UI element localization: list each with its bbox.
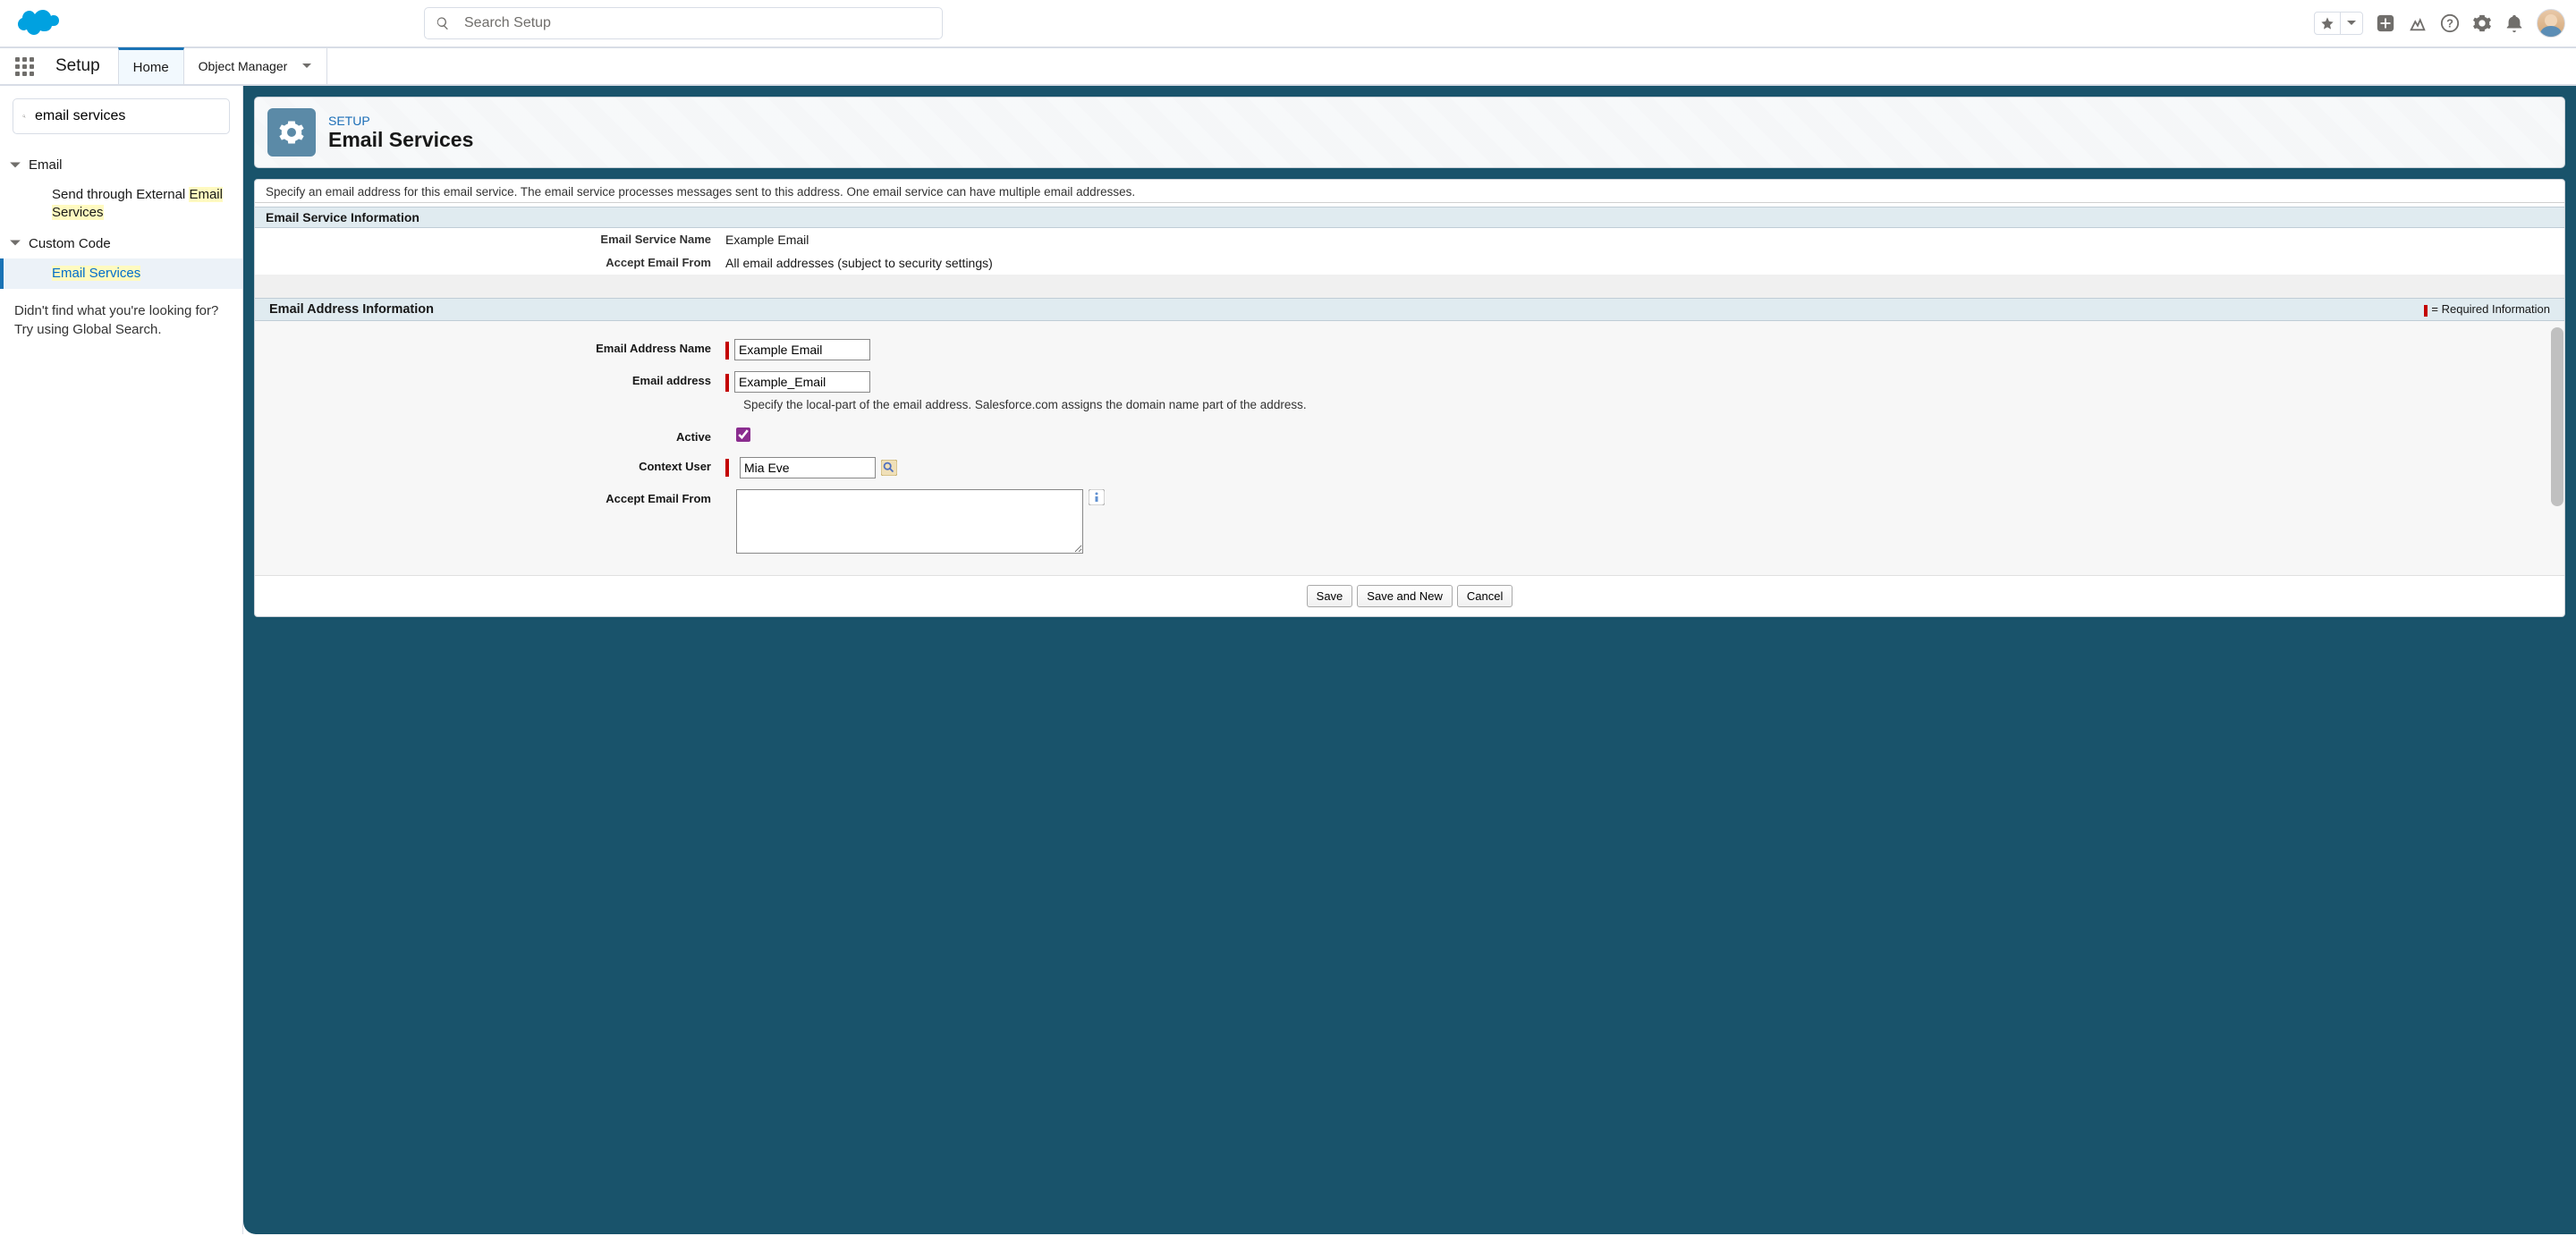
add-icon[interactable] [2376, 13, 2395, 33]
save-button[interactable]: Save [1307, 585, 1353, 607]
page-header: SETUP Email Services [254, 97, 2565, 168]
setup-sidebar: Email Send through External Email Servic… [0, 86, 243, 1234]
setup-gear-icon [267, 108, 316, 157]
trailhead-icon[interactable] [2408, 13, 2428, 33]
chevron-down-icon [2346, 18, 2357, 29]
app-launcher-button[interactable] [0, 48, 48, 84]
favorites-control[interactable] [2314, 12, 2363, 35]
tree-item-send-external[interactable]: Send through External Email Services [0, 180, 242, 229]
input-context-user[interactable] [740, 457, 876, 478]
global-header: ? [0, 0, 2576, 48]
help-email-address: Specify the local-part of the email addr… [743, 398, 1307, 411]
cancel-button[interactable]: Cancel [1457, 585, 1513, 607]
button-row: Save Save and New Cancel [255, 575, 2564, 616]
tree-custom-code-label: Custom Code [29, 236, 111, 251]
tree-email-group[interactable]: Email [0, 150, 242, 180]
user-avatar[interactable] [2537, 9, 2565, 38]
search-icon [436, 16, 450, 30]
textarea-accept-email-from[interactable] [736, 489, 1083, 554]
svg-text:?: ? [2446, 17, 2453, 30]
section-email-address-info-label: Email Address Information [269, 302, 434, 317]
search-icon [22, 110, 26, 123]
no-results-help: Didn't find what you're looking for? Try… [0, 289, 242, 351]
star-icon [2320, 16, 2334, 30]
tree-item-email-services[interactable]: Email Services [0, 258, 242, 289]
label-accept-email-from: Accept Email From [255, 489, 718, 508]
page-title: Email Services [328, 128, 473, 152]
label-email-address-name: Email Address Name [255, 339, 718, 358]
tab-object-manager[interactable]: Object Manager [184, 48, 328, 84]
apps-grid-icon [15, 57, 34, 76]
save-and-new-button[interactable]: Save and New [1357, 585, 1453, 607]
global-search[interactable] [424, 7, 943, 39]
required-legend: = Required Information [2424, 302, 2550, 316]
value-accept-email-from-info: All email addresses (subject to security… [718, 254, 1000, 272]
chevron-down-icon [9, 159, 21, 172]
header-actions: ? [2314, 9, 2565, 38]
tree-email-label: Email [29, 157, 63, 173]
label-email-address: Email address [255, 371, 718, 390]
section-email-address-info: Email Address Information = Required Inf… [255, 298, 2564, 321]
gear-icon[interactable] [2472, 13, 2492, 33]
checkbox-active[interactable] [736, 428, 750, 442]
info-icon[interactable] [1089, 489, 1105, 505]
tab-home[interactable]: Home [118, 47, 184, 84]
tree-custom-code-group[interactable]: Custom Code [0, 229, 242, 258]
quick-find-input[interactable] [35, 108, 220, 124]
lookup-icon[interactable] [881, 460, 897, 476]
page-breadcrumb: SETUP [328, 114, 473, 128]
label-email-service-name: Email Service Name [255, 231, 718, 249]
chevron-down-icon [9, 237, 21, 250]
label-active: Active [255, 428, 718, 446]
input-email-address[interactable] [734, 371, 870, 393]
required-marker [725, 459, 729, 477]
intro-text: Specify an email address for this email … [255, 185, 2564, 203]
app-name: Setup [48, 48, 118, 84]
context-nav-bar: Setup Home Object Manager [0, 48, 2576, 86]
content-area: SETUP Email Services Specify an email ad… [243, 86, 2576, 1234]
setup-quick-find[interactable] [13, 98, 230, 134]
required-marker [725, 374, 729, 392]
tab-object-manager-label: Object Manager [199, 59, 288, 73]
setup-tree: Email Send through External Email Servic… [0, 147, 242, 289]
section-email-service-info: Email Service Information [255, 207, 2564, 228]
input-email-address-name[interactable] [734, 339, 870, 360]
email-service-form-panel: Specify an email address for this email … [254, 179, 2565, 617]
label-context-user: Context User [255, 457, 718, 476]
chevron-down-icon [301, 61, 312, 72]
global-search-input[interactable] [464, 15, 931, 31]
value-email-service-name: Example Email [718, 231, 816, 249]
label-accept-email-from-info: Accept Email From [255, 254, 718, 272]
required-marker [725, 342, 729, 360]
bell-icon[interactable] [2504, 13, 2524, 33]
help-icon[interactable]: ? [2440, 13, 2460, 33]
salesforce-logo-icon[interactable] [18, 9, 59, 38]
